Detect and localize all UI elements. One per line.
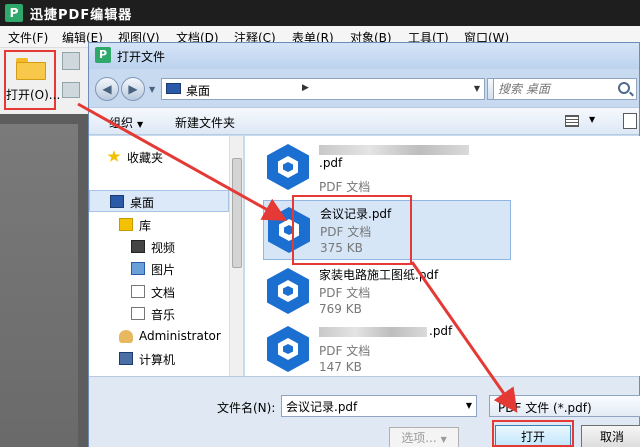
highlight-open-button [492,420,574,447]
search-icon[interactable] [618,82,630,94]
chevron-down-icon: ▼ [440,435,447,444]
app-titlebar: P 迅捷PDF编辑器 [0,0,640,26]
nav-item-label: 文档 [151,286,176,300]
filetype-select[interactable]: PDF 文件 (*.pdf) [489,395,640,417]
nav-item-label: 桌面 [130,196,155,210]
chevron-right-icon[interactable]: ▶ [302,83,309,93]
pdf-file-icon [267,268,309,314]
pdf-file-icon [267,144,309,190]
pictures-icon [131,262,145,275]
arrow-right-icon: ▶ [128,82,138,96]
search-input[interactable] [498,81,608,97]
document-area [0,114,90,447]
breadcrumb-desktop[interactable]: 桌面 [186,82,210,99]
file-type: PDF 文档 [319,180,371,194]
menu-file[interactable]: 文件(F) [8,29,48,46]
new-folder-button[interactable]: 新建文件夹 [175,114,235,131]
redacted-text [319,326,427,337]
app-title: 迅捷PDF编辑器 [30,8,133,23]
nav-item-label: Administrator [139,329,221,343]
open-file-label: 打开(O)... [6,88,61,102]
toolbar: 打开(O)... [0,48,90,114]
nav-item-label: 视频 [151,241,176,255]
chevron-down-icon[interactable]: ▼ [466,401,472,410]
file-name: 家装电路施工图纸.pdf [319,268,439,282]
search-box[interactable] [493,78,637,100]
nav-scrollbar[interactable] [229,136,243,376]
file-name: .pdf [319,324,452,338]
redacted-text [319,144,469,155]
file-name-suffix: .pdf [319,156,343,170]
computer-icon [119,352,133,365]
options-button[interactable]: 选项... ▼ [389,427,459,447]
pdf-file-icon [267,326,309,372]
organize-menu[interactable]: 组织 ▼ [109,114,143,131]
command-bar: 组织 ▼ 新建文件夹 ▼ [89,107,639,135]
view-mode-icon[interactable] [565,115,579,127]
address-dropdown-icon[interactable]: ▼ [469,79,485,99]
folder-open-icon [16,58,46,80]
nav-item-label: 图片 [151,263,176,277]
filename-input[interactable] [286,398,456,414]
documents-icon [131,285,145,298]
print-icon[interactable] [62,82,80,98]
nav-item-music[interactable]: 音乐 [89,303,229,325]
options-label: 选项... [401,431,437,445]
user-icon [119,330,133,343]
file-item[interactable]: 家装电路施工图纸.pdf PDF 文档 769 KB [263,262,511,322]
filename-combobox[interactable]: ▼ [281,395,477,417]
desktop-icon [166,83,181,94]
nav-item-computer[interactable]: 计算机 [89,348,229,370]
view-dropdown-icon[interactable]: ▼ [589,115,595,124]
filetype-value: PDF 文件 (*.pdf) [498,401,592,415]
dialog-title: 打开文件 [117,50,166,64]
music-icon [131,307,145,320]
file-item[interactable]: .pdf PDF 文档 147 KB [263,320,511,376]
nav-item-administrator[interactable]: Administrator [89,326,229,348]
desktop-icon [110,195,124,208]
nav-item-pictures[interactable]: 图片 [89,258,229,280]
file-item[interactable]: .pdf PDF 文档 [263,138,511,198]
file-name-suffix: .pdf [429,324,453,338]
app-logo-icon: P [5,4,23,22]
nav-item-documents[interactable]: 文档 [89,281,229,303]
back-button[interactable]: ◀ [95,77,119,101]
file-type: PDF 文档 [319,286,371,300]
highlight-selected-file [292,195,412,265]
open-file-button[interactable]: 打开(O)... [4,50,61,110]
nav-item-videos[interactable]: 视频 [89,236,229,258]
chevron-down-icon: ▼ [137,120,144,129]
forward-button[interactable]: ▶ [121,77,145,101]
nav-item-desktop[interactable]: 桌面 [89,190,229,212]
scrollbar-thumb[interactable] [232,158,242,268]
nav-item-label: 库 [139,219,152,233]
page-thumbnail-strip [0,124,78,447]
navigation-pane: 收藏夹 桌面 库 视频 图片 文档 音乐 Administrator 计算机 [89,136,243,376]
file-size: 147 KB [319,360,362,374]
cancel-button[interactable]: 取消 [581,425,640,447]
nav-item-label: 音乐 [151,308,176,322]
nav-item-label: 收藏夹 [127,151,164,165]
history-dropdown-icon[interactable]: ▼ [149,85,155,94]
nav-item-label: 计算机 [139,353,176,367]
address-bar[interactable]: 桌面 ▶ [161,78,485,100]
save-icon[interactable] [62,52,80,70]
organize-label: 组织 [109,116,134,130]
address-row: ◀ ▶ ▼ 桌面 ▶ ▼ ⇅ [89,71,639,107]
file-type: PDF 文档 [319,344,371,358]
dialog-titlebar: P 打开文件 [89,43,639,69]
library-icon [119,218,133,231]
video-icon [131,240,145,253]
nav-item-favorites[interactable]: 收藏夹 [89,146,229,168]
nav-item-library[interactable]: 库 [89,214,229,236]
file-name: .pdf [319,142,471,170]
arrow-left-icon: ◀ [102,82,112,96]
star-icon [107,150,121,162]
filename-label: 文件名(N): [217,401,276,415]
preview-pane-icon[interactable] [623,113,637,129]
dialog-app-icon: P [95,47,111,63]
file-size: 769 KB [319,302,362,316]
